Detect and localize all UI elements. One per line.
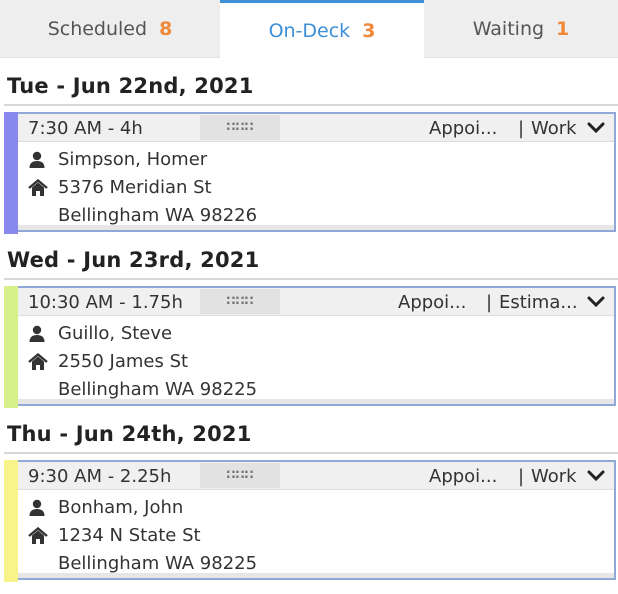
- drag-handle[interactable]: ∷∷∷: [200, 463, 280, 488]
- day-divider: [4, 104, 618, 106]
- day-header: Thu - Jun 24th, 2021: [7, 422, 252, 446]
- city-state-zip: Bellingham WA 98226: [58, 205, 258, 226]
- tab-count: 8: [159, 17, 173, 40]
- card-header: 10:30 AM - 1.75h ∷∷∷ Appoi... | Estima..…: [18, 288, 614, 316]
- address-row: 5376 Meridian St: [28, 177, 212, 198]
- customer-name: Guillo, Steve: [58, 323, 173, 344]
- separator: |: [518, 466, 525, 487]
- chevron-down-icon[interactable]: [586, 468, 606, 484]
- card-color-stripe: [4, 286, 18, 408]
- address-row: 2550 James St: [28, 351, 188, 372]
- appointment-time: 7:30 AM - 4h: [28, 118, 143, 139]
- customer-row: Simpson, Homer: [28, 149, 207, 170]
- home-icon: [28, 526, 48, 544]
- tab-label: Scheduled: [47, 17, 148, 40]
- appointment-card[interactable]: 10:30 AM - 1.75h ∷∷∷ Appoi... | Estima..…: [4, 286, 616, 408]
- customer-name: Simpson, Homer: [58, 149, 208, 170]
- day-header: Wed - Jun 23rd, 2021: [7, 248, 260, 272]
- city-row: Bellingham WA 98225: [58, 553, 257, 574]
- appointment-type: Work: [531, 118, 577, 139]
- tab-label: Waiting: [472, 17, 545, 40]
- city-state-zip: Bellingham WA 98225: [58, 379, 258, 400]
- customer-name: Bonham, John: [58, 497, 184, 518]
- city-state-zip: Bellingham WA 98225: [58, 553, 258, 574]
- day-divider: [4, 452, 618, 454]
- card-color-stripe: [4, 460, 18, 582]
- customer-row: Guillo, Steve: [28, 323, 172, 344]
- card-footer: [18, 399, 614, 404]
- tab-on-deck[interactable]: On-Deck 3: [220, 0, 424, 58]
- status-tabs: Scheduled 8 On-Deck 3 Waiting 1: [0, 0, 618, 58]
- tab-count: 1: [556, 17, 570, 40]
- address-row: 1234 N State St: [28, 525, 201, 546]
- home-icon: [28, 178, 48, 196]
- street-address: 2550 James St: [58, 351, 189, 372]
- appointment-label: Appoi...: [429, 466, 498, 487]
- appointment-type: Work: [531, 466, 577, 487]
- user-icon: [29, 151, 45, 168]
- card-header: 7:30 AM - 4h ∷∷∷ Appoi... | Work: [18, 114, 614, 142]
- tab-count: 3: [362, 19, 376, 42]
- customer-row: Bonham, John: [28, 497, 183, 518]
- appointment-label: Appoi...: [429, 118, 498, 139]
- chevron-down-icon[interactable]: [586, 120, 606, 136]
- street-address: 5376 Meridian St: [58, 177, 212, 198]
- separator: |: [518, 118, 525, 139]
- city-row: Bellingham WA 98226: [58, 205, 257, 226]
- card-header: 9:30 AM - 2.25h ∷∷∷ Appoi... | Work: [18, 462, 614, 490]
- appointment-time: 10:30 AM - 1.75h: [28, 292, 183, 313]
- drag-handle[interactable]: ∷∷∷: [200, 289, 280, 314]
- day-divider: [4, 278, 618, 280]
- city-row: Bellingham WA 98225: [58, 379, 257, 400]
- appointment-card[interactable]: 9:30 AM - 2.25h ∷∷∷ Appoi... | Work Bonh…: [4, 460, 616, 582]
- chevron-down-icon[interactable]: [586, 294, 606, 310]
- card-footer: [18, 225, 614, 230]
- appointment-time: 9:30 AM - 2.25h: [28, 466, 172, 487]
- street-address: 1234 N State St: [58, 525, 201, 546]
- appointment-label: Appoi...: [398, 292, 467, 313]
- drag-handle[interactable]: ∷∷∷: [200, 115, 280, 140]
- home-icon: [28, 352, 48, 370]
- card-footer: [18, 573, 614, 578]
- user-icon: [29, 325, 45, 342]
- tab-label: On-Deck: [268, 19, 351, 42]
- separator: |: [486, 292, 493, 313]
- day-header: Tue - Jun 22nd, 2021: [7, 74, 254, 98]
- tab-waiting[interactable]: Waiting 1: [424, 0, 618, 58]
- user-icon: [29, 499, 45, 516]
- appointment-type: Estima...: [499, 292, 578, 313]
- tab-scheduled[interactable]: Scheduled 8: [0, 0, 220, 58]
- card-color-stripe: [4, 112, 18, 234]
- appointment-card[interactable]: 7:30 AM - 4h ∷∷∷ Appoi... | Work Simpson…: [4, 112, 616, 234]
